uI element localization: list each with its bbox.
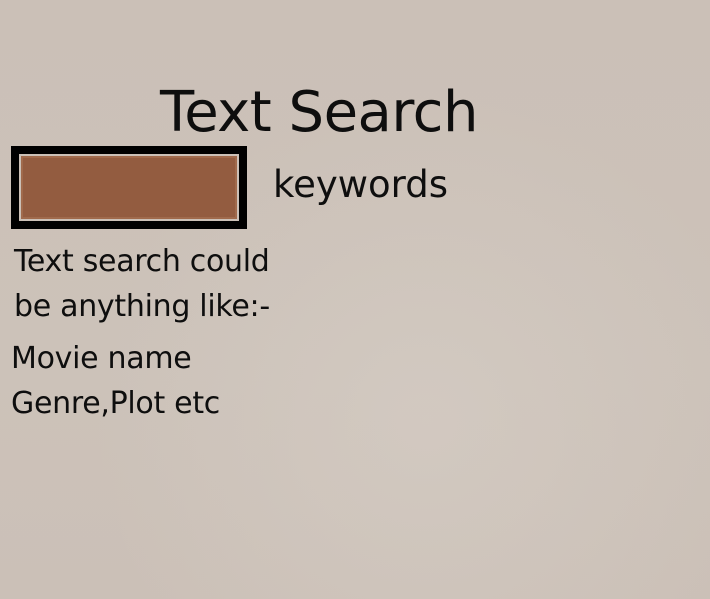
keyword-search-input[interactable] <box>21 156 237 219</box>
keywords-label: keywords <box>273 163 448 206</box>
search-hint-line-2: be anything like:- <box>14 289 270 324</box>
text-search-page: Text Search keywords Text search could b… <box>0 0 710 599</box>
page-title: Text Search <box>160 80 478 145</box>
example-movie-name: Movie name <box>11 341 192 376</box>
example-genre-plot: Genre,Plot etc <box>11 386 220 421</box>
search-hint-line-1: Text search could <box>14 244 270 279</box>
keyword-search-field-frame[interactable] <box>11 146 247 229</box>
